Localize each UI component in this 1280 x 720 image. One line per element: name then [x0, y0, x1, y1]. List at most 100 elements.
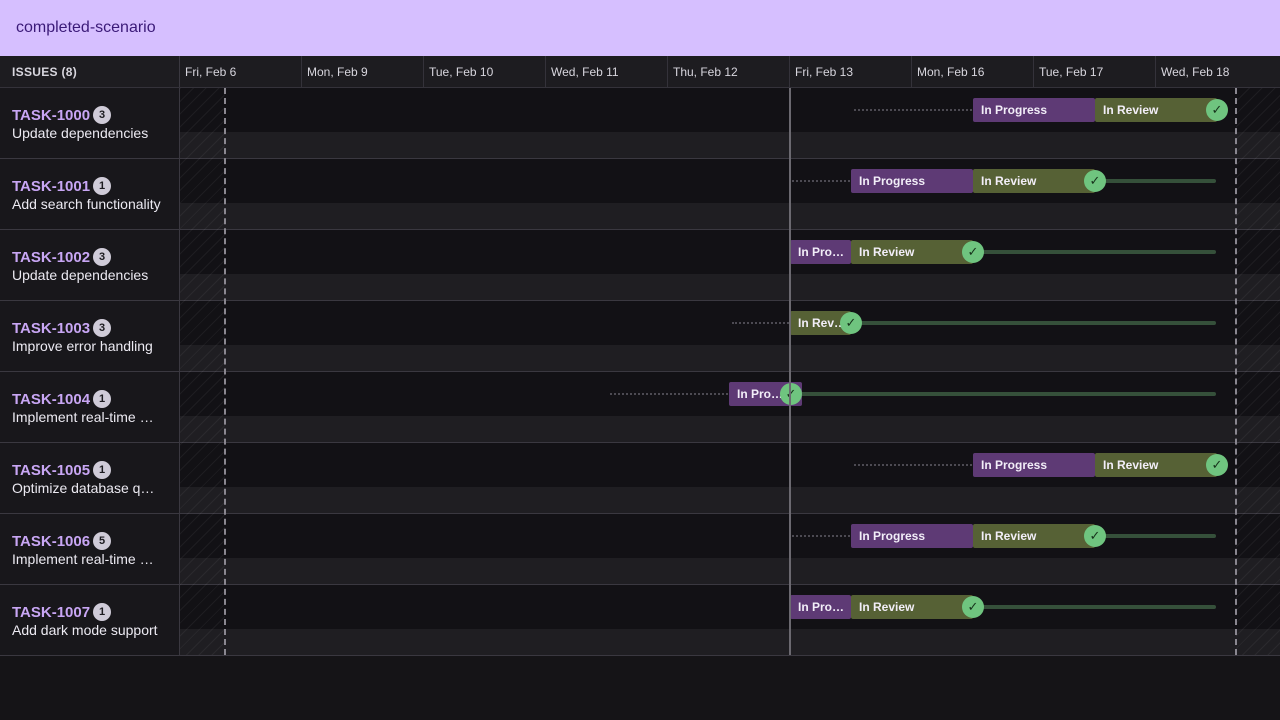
- completed-tail-line: [1100, 534, 1216, 538]
- date-column-header: Wed, Feb 18: [1161, 65, 1230, 79]
- issue-key[interactable]: TASK-1002: [12, 249, 90, 266]
- issue-row[interactable]: TASK-1002 3 Update dependencies In Pro… I…: [0, 230, 1280, 301]
- in-review-bar[interactable]: In Review: [1095, 453, 1217, 477]
- issue-key[interactable]: TASK-1004: [12, 391, 90, 408]
- timeline-track-sub: [180, 274, 1280, 300]
- in-review-bar[interactable]: In Review: [973, 524, 1095, 548]
- in-progress-bar[interactable]: In Progress: [973, 98, 1095, 122]
- completed-tail-line: [856, 321, 1216, 325]
- done-check-icon: ✓: [840, 312, 862, 334]
- issue-summary: Improve error handling: [12, 338, 153, 354]
- timeline-track-sub: [180, 629, 1280, 655]
- issue-summary: Update dependencies: [12, 125, 149, 141]
- issue-row[interactable]: TASK-1000 3 Update dependencies In Progr…: [0, 88, 1280, 159]
- issue-row[interactable]: TASK-1001 1 Add search functionality In …: [0, 159, 1280, 230]
- issue-summary: Implement real-time …: [12, 551, 154, 567]
- issue-key[interactable]: TASK-1000: [12, 107, 90, 124]
- issue-label-cell[interactable]: TASK-1006 5 Implement real-time …: [0, 514, 180, 585]
- issue-count-badge: 1: [93, 390, 112, 408]
- issue-count-badge: 1: [93, 177, 112, 195]
- issue-summary: Implement real-time …: [12, 409, 154, 425]
- in-progress-bar[interactable]: In Progress: [851, 169, 973, 193]
- issue-key-row: TASK-1006 5: [12, 532, 112, 550]
- date-column-header: Wed, Feb 11: [546, 56, 668, 87]
- row-divider: [0, 655, 1280, 656]
- issue-key[interactable]: TASK-1001: [12, 178, 90, 195]
- date-column-header: Thu, Feb 12: [668, 56, 790, 87]
- done-check-icon: ✓: [780, 383, 802, 405]
- issue-key-row: TASK-1003 3: [12, 319, 112, 337]
- date-column-header: Mon, Feb 16: [912, 56, 1034, 87]
- issue-summary: Optimize database q…: [12, 480, 155, 496]
- issue-key[interactable]: TASK-1006: [12, 533, 90, 550]
- in-progress-bar[interactable]: In Pro…: [790, 595, 851, 619]
- timeline-track-sub: [180, 345, 1280, 371]
- lead-time-dots: [610, 393, 728, 395]
- in-review-bar[interactable]: In Review: [851, 240, 973, 264]
- done-check-icon: ✓: [1206, 454, 1228, 476]
- timeline-track-sub: [180, 487, 1280, 513]
- issue-count-badge: 1: [93, 461, 112, 479]
- issue-rows: TASK-1000 3 Update dependencies In Progr…: [0, 88, 1280, 656]
- timeline-header: ISSUES (8) Fri, Feb 6 Mon, Feb 9 Tue, Fe…: [0, 56, 1280, 88]
- lead-time-dots: [732, 322, 789, 324]
- issue-label-cell[interactable]: TASK-1007 1 Add dark mode support: [0, 585, 180, 656]
- issue-key-row: TASK-1001 1: [12, 177, 112, 195]
- in-review-bar[interactable]: In Review: [1095, 98, 1217, 122]
- issue-count-badge: 3: [93, 248, 112, 266]
- issue-count-badge: 3: [93, 106, 112, 124]
- app-title: completed-scenario: [16, 19, 156, 36]
- issue-key[interactable]: TASK-1005: [12, 462, 90, 479]
- issue-count-badge: 3: [93, 319, 112, 337]
- date-column-header: Fri, Feb 6: [180, 56, 302, 87]
- completed-tail-line: [978, 605, 1216, 609]
- issue-label-cell[interactable]: TASK-1001 1 Add search functionality: [0, 159, 180, 230]
- date-column-header: Tue, Feb 10: [424, 56, 546, 87]
- issue-key-row: TASK-1007 1: [12, 603, 112, 621]
- issue-row[interactable]: TASK-1006 5 Implement real-time … In Pro…: [0, 514, 1280, 585]
- completed-tail-line: [1100, 179, 1216, 183]
- issue-summary: Update dependencies: [12, 267, 149, 283]
- issue-label-cell[interactable]: TASK-1003 3 Improve error handling: [0, 301, 180, 372]
- issue-summary: Add dark mode support: [12, 622, 158, 638]
- issue-key[interactable]: TASK-1007: [12, 604, 90, 621]
- issue-row[interactable]: TASK-1007 1 Add dark mode support In Pro…: [0, 585, 1280, 656]
- issue-row[interactable]: TASK-1005 1 Optimize database q… In Prog…: [0, 443, 1280, 514]
- issue-row[interactable]: TASK-1003 3 Improve error handling In Re…: [0, 301, 1280, 372]
- issue-label-cell[interactable]: TASK-1004 1 Implement real-time …: [0, 372, 180, 443]
- lead-time-dots: [792, 535, 850, 537]
- timeline-track-sub: [180, 558, 1280, 584]
- issues-column-header: ISSUES (8): [0, 56, 180, 87]
- timeline-track-sub: [180, 132, 1280, 158]
- issue-count-badge: 1: [93, 603, 112, 621]
- done-check-icon: ✓: [962, 241, 984, 263]
- issue-label-cell[interactable]: TASK-1005 1 Optimize database q…: [0, 443, 180, 514]
- issue-key-row: TASK-1000 3: [12, 106, 112, 124]
- issue-row[interactable]: TASK-1004 1 Implement real-time … In Pro…: [0, 372, 1280, 443]
- in-progress-bar[interactable]: In Pro…: [790, 240, 851, 264]
- top-bar: completed-scenario: [0, 0, 1280, 56]
- issue-label-cell[interactable]: TASK-1002 3 Update dependencies: [0, 230, 180, 301]
- done-check-icon: ✓: [1084, 170, 1106, 192]
- lead-time-dots: [854, 109, 972, 111]
- date-column-header: Mon, Feb 9: [302, 56, 424, 87]
- in-progress-bar[interactable]: In Progress: [973, 453, 1095, 477]
- done-check-icon: ✓: [962, 596, 984, 618]
- timeline-track-sub: [180, 416, 1280, 442]
- date-column-header: Fri, Feb 13: [790, 56, 912, 87]
- issue-summary: Add search functionality: [12, 196, 161, 212]
- issue-key-row: TASK-1005 1: [12, 461, 112, 479]
- in-review-bar[interactable]: In Review: [973, 169, 1095, 193]
- issue-count-badge: 5: [93, 532, 112, 550]
- issue-key[interactable]: TASK-1003: [12, 320, 90, 337]
- in-progress-bar[interactable]: In Progress: [851, 524, 973, 548]
- lead-time-dots: [854, 464, 972, 466]
- issue-key-row: TASK-1004 1: [12, 390, 112, 408]
- completed-tail-line: [978, 250, 1216, 254]
- lead-time-dots: [792, 180, 850, 182]
- issue-label-cell[interactable]: TASK-1000 3 Update dependencies: [0, 88, 180, 159]
- in-review-bar[interactable]: In Review: [851, 595, 973, 619]
- issue-key-row: TASK-1002 3: [12, 248, 112, 266]
- date-column-header: Tue, Feb 17: [1034, 56, 1156, 87]
- done-check-icon: ✓: [1084, 525, 1106, 547]
